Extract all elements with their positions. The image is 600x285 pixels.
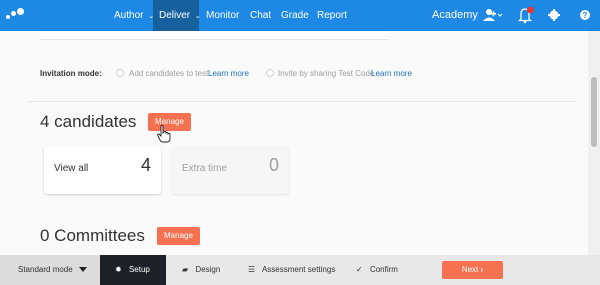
scrollbar-thumb[interactable] <box>591 77 597 147</box>
user-add-icon[interactable] <box>482 0 504 31</box>
scrollbar[interactable] <box>588 31 600 255</box>
next-label: Next <box>461 265 479 274</box>
chevron-down-icon: ⌄ <box>194 13 201 20</box>
step-confirm-label: Confirm <box>369 265 398 274</box>
nav-grade[interactable]: Grade <box>281 0 309 31</box>
nav-chat[interactable]: Chat <box>250 0 271 31</box>
gear-icon: ✹ <box>115 265 122 274</box>
caret-down-icon <box>78 267 87 273</box>
next-button[interactable]: Next › <box>442 261 503 279</box>
extra-time-label: Extra time <box>182 163 228 174</box>
mode-selector[interactable]: Standard mode <box>0 255 100 285</box>
bottom-bar: Standard mode ✹ Setup ▰ Design ☰ Assessm… <box>0 255 600 285</box>
radio-add-candidates[interactable] <box>116 69 124 77</box>
nav-deliver[interactable]: Deliver ⌄ <box>153 0 201 31</box>
nav-author-label: Author <box>114 10 144 21</box>
manage-committees-button[interactable]: Manage <box>157 227 200 245</box>
step-assessment-settings-label: Assessment settings <box>261 265 336 274</box>
view-all-count: 4 <box>140 155 151 175</box>
list-icon: ☰ <box>248 265 256 274</box>
candidates-title: 4 candidates <box>40 112 137 131</box>
bell-icon[interactable] <box>516 0 538 31</box>
option-test-code-label[interactable]: Invite by sharing Test Code <box>278 69 374 78</box>
hand-cursor-icon <box>157 125 171 148</box>
chevron-right-icon: › <box>480 265 484 274</box>
svg-text:?: ? <box>583 11 588 20</box>
learn-more-link[interactable]: Learn more <box>208 69 249 78</box>
org-name[interactable]: Academy <box>432 0 478 31</box>
candidates-extra-time-card[interactable]: Extra time 0 <box>172 146 289 194</box>
radio-test-code[interactable] <box>266 69 274 77</box>
design-icon: ▰ <box>182 265 189 274</box>
top-nav: Author ⌄ Deliver ⌄ Monitor Chat Grade Re… <box>0 0 600 31</box>
nav-monitor[interactable]: Monitor <box>206 0 239 31</box>
logo-icon[interactable] <box>6 8 24 22</box>
main-content: Invitation mode: Add candidates to test … <box>0 31 588 255</box>
step-design[interactable]: ▰ Design <box>182 255 220 285</box>
step-design-label: Design <box>195 265 221 274</box>
mode-label: Standard mode <box>18 265 73 274</box>
step-assessment-settings[interactable]: ☰ Assessment settings <box>248 255 335 285</box>
step-setup-label: Setup <box>128 265 150 274</box>
learn-more-link[interactable]: Learn more <box>371 69 412 78</box>
check-icon: ✓ <box>356 265 363 274</box>
settings-card <box>40 31 388 40</box>
invitation-mode-label: Invitation mode: <box>40 69 102 78</box>
help-icon[interactable]: ? <box>578 0 592 31</box>
extra-time-count: 0 <box>268 155 279 175</box>
nav-deliver-label: Deliver <box>159 10 191 21</box>
option-add-candidates-label[interactable]: Add candidates to test <box>129 69 208 78</box>
gear-icon[interactable] <box>547 0 561 31</box>
nav-report[interactable]: Report <box>317 0 347 31</box>
step-setup[interactable]: ✹ Setup <box>100 255 166 285</box>
candidates-view-all-card[interactable]: View all 4 <box>44 146 161 194</box>
nav-author[interactable]: Author ⌄ <box>110 0 154 31</box>
step-confirm[interactable]: ✓ Confirm <box>356 255 398 285</box>
divider <box>28 101 576 102</box>
committees-title: 0 Committees <box>40 226 145 245</box>
view-all-label: View all <box>54 163 89 174</box>
